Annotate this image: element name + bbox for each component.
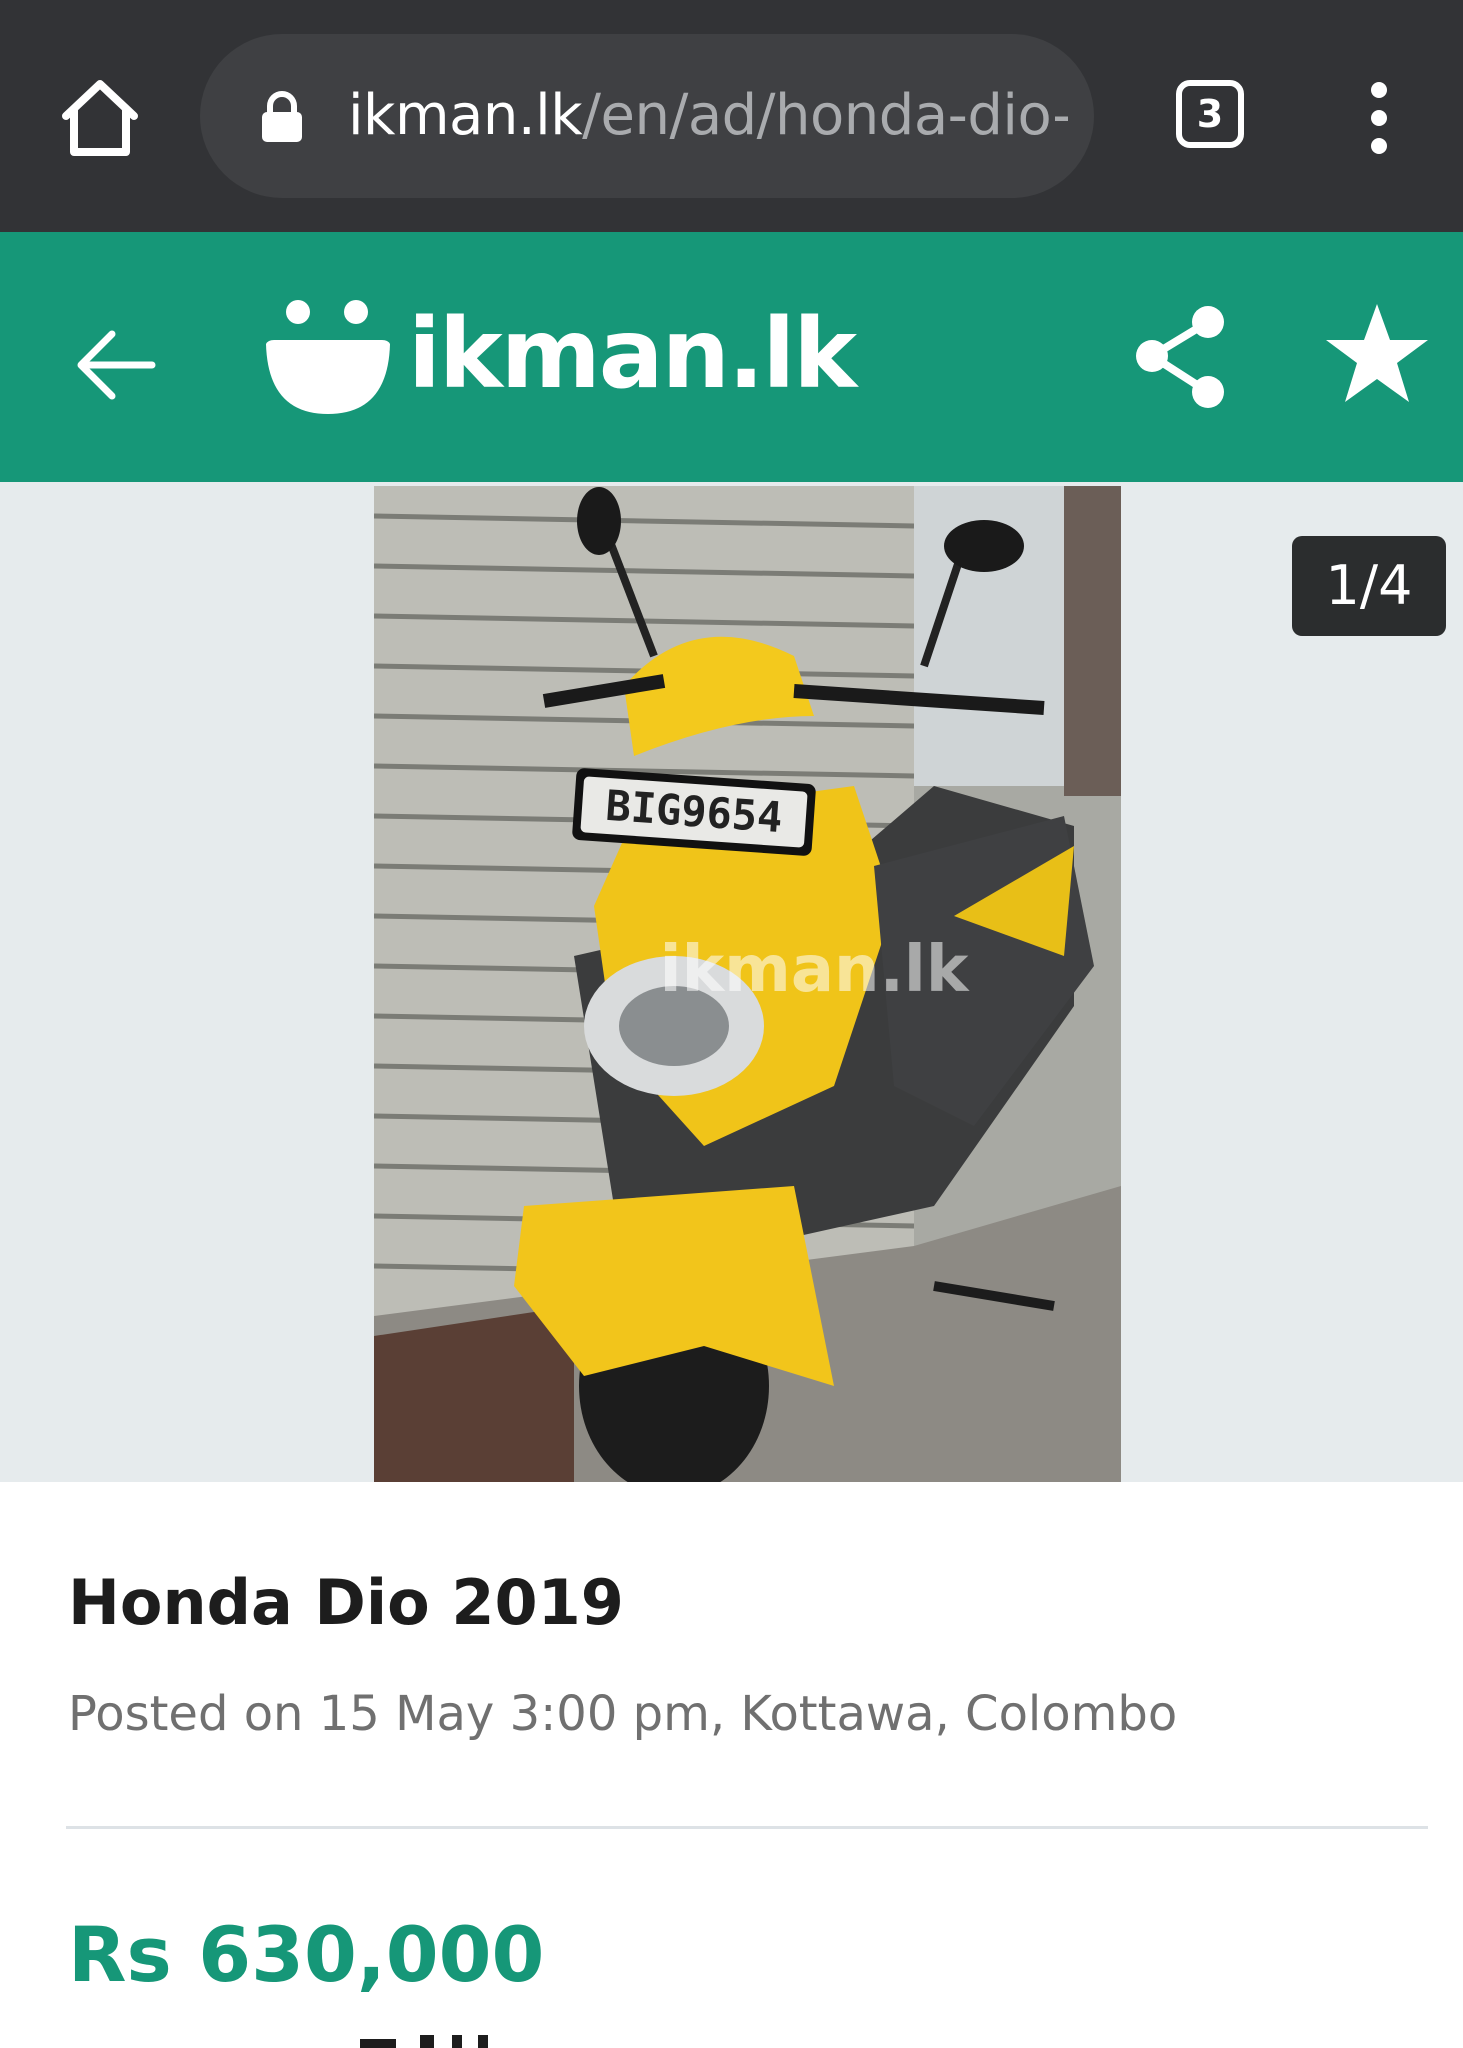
star-icon[interactable] xyxy=(1324,302,1430,406)
app-header: ikman.lk xyxy=(0,232,1463,482)
logo-text[interactable]: ikman.lk xyxy=(408,294,857,414)
tabs-icon[interactable]: 3 xyxy=(1176,80,1244,148)
photo-counter: 1/4 xyxy=(1292,536,1446,636)
posted-info: Posted on 15 May 3:00 pm, Kottawa, Colom… xyxy=(68,1686,1178,1742)
photo-gallery[interactable]: BIG9654 ikman.lk 1/4 xyxy=(0,482,1463,1482)
listing-photo[interactable]: BIG9654 ikman.lk xyxy=(374,486,1121,1482)
photo-watermark: ikman.lk xyxy=(660,933,970,1007)
address-bar[interactable]: ikman.lk/en/ad/honda-dio- xyxy=(200,34,1094,198)
browser-toolbar: ikman.lk/en/ad/honda-dio- 3 xyxy=(0,0,1463,232)
url-path: /en/ad/honda-dio- xyxy=(582,83,1068,148)
arrow-left-icon[interactable] xyxy=(72,320,162,410)
cut-off-text xyxy=(360,2034,540,2048)
ikman-logo-icon[interactable] xyxy=(264,298,392,416)
lock-icon xyxy=(260,90,304,144)
home-icon[interactable] xyxy=(58,76,142,160)
url-text[interactable]: ikman.lk/en/ad/honda-dio- xyxy=(348,34,1068,198)
tab-count: 3 xyxy=(1196,92,1224,136)
more-vert-icon[interactable] xyxy=(1354,80,1404,156)
divider xyxy=(66,1826,1428,1829)
ad-title: Honda Dio 2019 xyxy=(68,1566,624,1639)
share-icon[interactable] xyxy=(1130,304,1230,410)
price: Rs 630,000 xyxy=(68,1910,545,1999)
url-domain: ikman.lk xyxy=(348,83,583,148)
